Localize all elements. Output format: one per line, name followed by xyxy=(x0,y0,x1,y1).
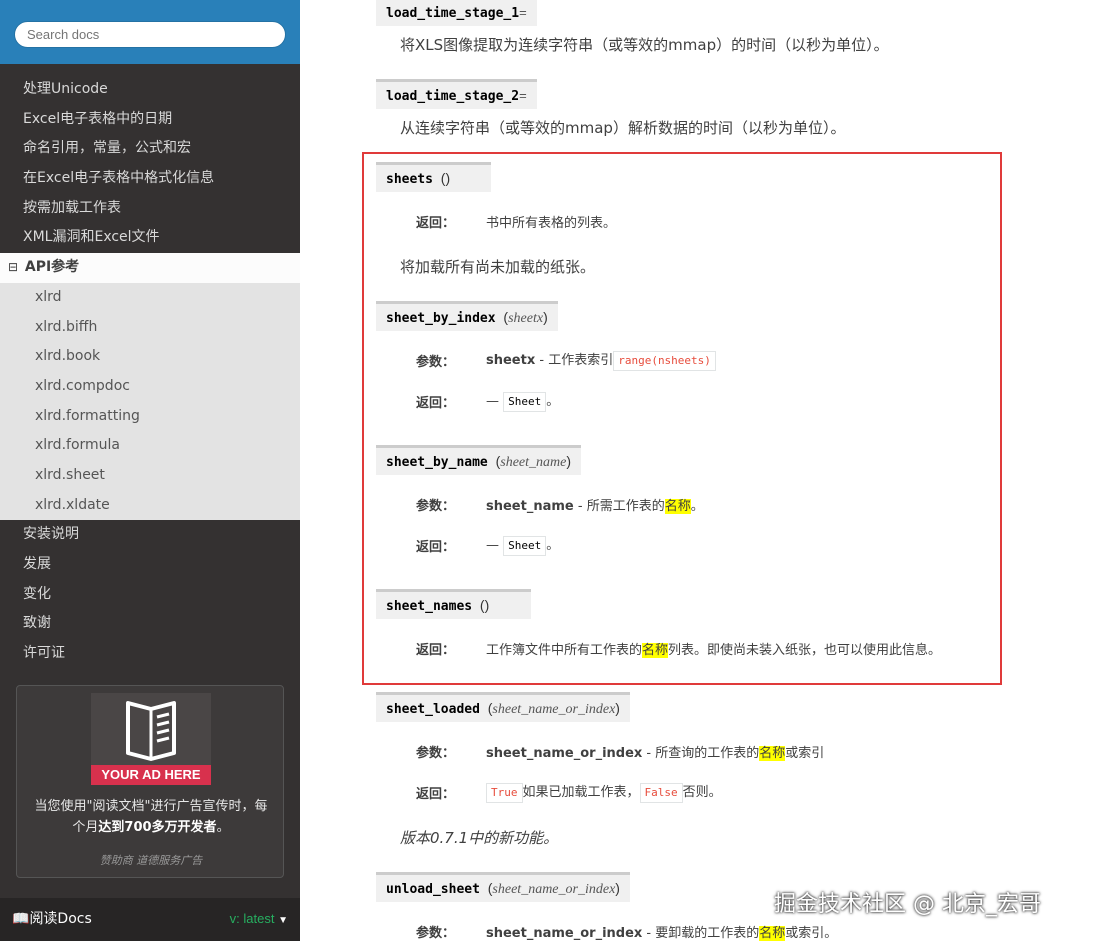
sidebar-subitem-sheet[interactable]: xlrd.sheet xyxy=(0,461,300,491)
attr-name: load_time_stage_2 xyxy=(386,89,520,104)
attr-desc-stage2: 从连续字符串（或等效的mmap）解析数据的时间（以秒为单位）。 xyxy=(400,119,846,137)
caret-down-icon: ▼ xyxy=(278,915,288,926)
ad-label: YOUR AD HERE xyxy=(91,765,211,785)
rtd-logo[interactable]: 📖阅读Docs xyxy=(12,908,92,928)
sidebar-item-named-references[interactable]: 命名引用，常量，公式和宏 xyxy=(0,134,300,164)
sidebar-subitem-biffh[interactable]: xlrd.biffh xyxy=(0,313,300,343)
annotation-highlight-box xyxy=(362,152,1002,685)
ad-text-line2: 个月达到700多万开发者。 xyxy=(23,817,279,838)
inline-code-true: True xyxy=(486,782,523,803)
params-label: 参数： xyxy=(416,926,456,941)
collapse-toggle-icon[interactable]: ⊟ xyxy=(8,253,20,283)
sponsor-ad[interactable]: YOUR AD HERE 当您使用"阅读文档"进行广告宣传时，每 个月达到700… xyxy=(16,685,284,878)
attr-signature-stage1: load_time_stage_1= xyxy=(376,0,537,26)
attr-desc-stage1: 将XLS图像提取为连续字符串（或等效的mmap）的时间（以秒为单位）。 xyxy=(400,36,889,54)
search-highlight: 名称 xyxy=(759,746,786,761)
main-content: load_time_stage_1= 将XLS图像提取为连续字符串（或等效的mm… xyxy=(300,0,1099,941)
method-signature-sheet-loaded: sheet_loaded (sheet_name_or_index) xyxy=(376,692,630,722)
ad-sponsor-link[interactable]: 赞助商 道德服务广告 xyxy=(17,852,285,868)
search-bar xyxy=(0,0,300,64)
sidebar-subnav: xlrd xlrd.biffh xlrd.book xlrd.compdoc x… xyxy=(0,282,300,521)
param-desc: - 要卸载的工作表的 xyxy=(642,926,760,941)
sidebar-subitem-compdoc[interactable]: xlrd.compdoc xyxy=(0,372,300,402)
method-name: sheet_loaded xyxy=(386,702,480,717)
sidebar-subitem-xldate[interactable]: xlrd.xldate xyxy=(0,491,300,521)
sidebar-item-unicode[interactable]: 处理Unicode xyxy=(0,75,300,105)
ad-text-bold: 达到700多万开发者 xyxy=(98,820,217,835)
version-note: 版本0.7.1中的新功能。 xyxy=(400,829,559,847)
method-param: sheet_name_or_index xyxy=(492,702,616,717)
sidebar-item-changes[interactable]: 变化 xyxy=(0,580,300,610)
paren-close: ) xyxy=(615,700,620,716)
ad-image[interactable]: YOUR AD HERE xyxy=(91,693,211,785)
params-label: 参数： xyxy=(416,746,456,761)
param-end: 或索引 xyxy=(785,746,825,761)
sidebar-item-install[interactable]: 安装说明 xyxy=(0,520,300,550)
book-icon: 📖 xyxy=(12,911,30,927)
sidebar-subitem-xlrd[interactable]: xlrd xyxy=(0,283,300,313)
returns-end: 否则。 xyxy=(682,785,722,800)
sidebar-item-api-reference[interactable]: ⊟ API参考 xyxy=(0,253,300,283)
sidebar-item-development[interactable]: 发展 xyxy=(0,550,300,580)
method-param: sheet_name_or_index xyxy=(492,882,616,897)
sidebar-item-acknowledgements[interactable]: 致谢 xyxy=(0,609,300,639)
params-body: sheet_name_or_index - 要卸载的工作表的名称或索引。 xyxy=(486,922,837,941)
param-desc: - 所查询的工作表的 xyxy=(642,746,760,761)
sidebar-nav: 处理Unicode Excel电子表格中的日期 命名引用，常量，公式和宏 在Ex… xyxy=(0,64,300,669)
rtd-label: 阅读Docs xyxy=(29,911,92,927)
versions-bar[interactable]: 📖阅读Docs v: latest ▼ xyxy=(0,898,300,941)
sidebar-item-dates[interactable]: Excel电子表格中的日期 xyxy=(0,105,300,135)
attr-eq: = xyxy=(519,5,527,20)
ad-text-line1: 当您使用"阅读文档"进行广告宣传时，每 xyxy=(34,799,268,814)
version-selector[interactable]: v: latest ▼ xyxy=(230,911,288,926)
params-body: sheet_name_or_index - 所查询的工作表的名称或索引 xyxy=(486,742,824,761)
param-name: sheet_name_or_index xyxy=(486,926,643,941)
attr-eq: = xyxy=(519,88,527,103)
sidebar-subitem-formatting[interactable]: xlrd.formatting xyxy=(0,402,300,432)
param-end: 或索引。 xyxy=(785,926,838,941)
sidebar-subitem-formula[interactable]: xlrd.formula xyxy=(0,431,300,461)
returns-label: 返回： xyxy=(416,787,456,802)
inline-code-false: False xyxy=(639,782,683,803)
attr-name: load_time_stage_1 xyxy=(386,6,520,21)
sidebar-item-formatting[interactable]: 在Excel电子表格中格式化信息 xyxy=(0,164,300,194)
search-highlight: 名称 xyxy=(759,926,786,941)
returns-mid: 如果已加载工作表， xyxy=(522,785,640,800)
ad-text-pre: 个月 xyxy=(72,820,99,835)
sidebar-item-xml-vulnerabilities[interactable]: XML漏洞和Excel文件 xyxy=(0,223,300,253)
sidebar-item-license[interactable]: 许可证 xyxy=(0,639,300,669)
watermark: 掘金技术社区 @ 北京_宏哥 xyxy=(774,892,1041,917)
returns-body: True 如果已加载工作表， False 否则。 xyxy=(486,781,722,803)
param-name: sheet_name_or_index xyxy=(486,746,643,761)
version-prefix: v: xyxy=(229,911,244,926)
ad-text: 当您使用"阅读文档"进行广告宣传时，每 个月达到700多万开发者。 xyxy=(23,796,279,838)
search-input[interactable] xyxy=(14,21,286,48)
paren-close: ) xyxy=(615,880,620,896)
sidebar-subitem-book[interactable]: xlrd.book xyxy=(0,342,300,372)
ad-text-post: 。 xyxy=(216,820,230,835)
attr-signature-stage2: load_time_stage_2= xyxy=(376,79,537,109)
sidebar-item-on-demand[interactable]: 按需加载工作表 xyxy=(0,194,300,224)
sidebar: 处理Unicode Excel电子表格中的日期 命名引用，常量，公式和宏 在Ex… xyxy=(0,0,300,941)
sidebar-item-label: API参考 xyxy=(24,259,80,276)
book-icon xyxy=(126,701,176,761)
method-signature-unload-sheet: unload_sheet (sheet_name_or_index) xyxy=(376,872,630,902)
version-value: latest xyxy=(243,911,275,926)
method-name: unload_sheet xyxy=(386,882,480,897)
